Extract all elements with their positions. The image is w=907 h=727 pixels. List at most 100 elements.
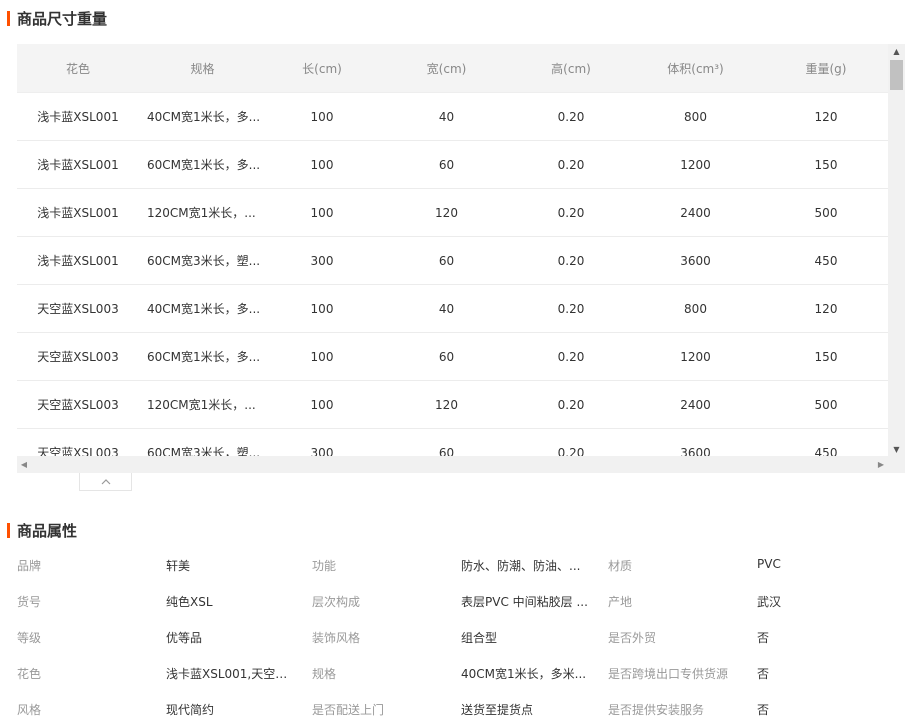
- attribute-label: 货号: [17, 595, 42, 609]
- attribute-value: 现代简约: [166, 703, 215, 717]
- cell-color: 天空蓝XSL003: [17, 332, 139, 381]
- column-header-color: 花色: [17, 44, 139, 93]
- attribute-row: 品牌 轩美 功能 防水、防潮、防油、... 材质 PVC: [17, 547, 907, 583]
- cell-weight: 450: [764, 236, 888, 285]
- attribute-label: 等级: [17, 631, 42, 645]
- cell-width: 60: [378, 428, 515, 456]
- cell-width: 40: [378, 92, 515, 141]
- table-row: 天空蓝XSL003 40CM宽1米长，多... 100 40 0.20 800 …: [17, 284, 888, 333]
- attribute-label: 装饰风格: [312, 631, 361, 645]
- cell-weight: 450: [764, 428, 888, 456]
- table-row: 浅卡蓝XSL001 60CM宽1米长，多... 100 60 0.20 1200…: [17, 140, 888, 189]
- cell-spec: 60CM宽3米长，塑...: [139, 236, 266, 285]
- cell-weight: 150: [764, 332, 888, 381]
- cell-width: 40: [378, 284, 515, 333]
- cell-color: 天空蓝XSL003: [17, 284, 139, 333]
- cell-width: 60: [378, 332, 515, 381]
- accent-bar: [7, 10, 10, 26]
- attribute-label: 是否提供安装服务: [608, 703, 705, 717]
- attribute-label: 层次构成: [312, 595, 361, 609]
- cell-height: 0.20: [515, 332, 627, 381]
- cell-width: 60: [378, 236, 515, 285]
- scroll-up-arrow-icon[interactable]: ▲: [888, 44, 905, 58]
- cell-length: 100: [266, 140, 378, 189]
- vertical-scroll-thumb[interactable]: [890, 60, 903, 90]
- cell-spec: 120CM宽1米长，...: [139, 188, 266, 237]
- size-weight-section-title: 商品尺寸重量: [7, 9, 108, 28]
- attribute-row: 等级 优等品 装饰风格 组合型 是否外贸 否: [17, 619, 907, 655]
- cell-length: 100: [266, 332, 378, 381]
- attribute-label: 是否外贸: [608, 631, 657, 645]
- attribute-label: 材质: [608, 559, 633, 573]
- attribute-value: 轩美: [166, 559, 191, 573]
- attributes-grid: 品牌 轩美 功能 防水、防潮、防油、... 材质 PVC 货号 纯色XSL 层次…: [17, 547, 907, 727]
- cell-height: 0.20: [515, 92, 627, 141]
- column-header-spec: 规格: [139, 44, 266, 93]
- accent-bar: [7, 522, 10, 538]
- cell-volume: 2400: [627, 380, 764, 429]
- cell-color: 天空蓝XSL003: [17, 380, 139, 429]
- attribute-value: 否: [757, 631, 770, 645]
- attribute-label: 功能: [312, 559, 337, 573]
- column-header-width: 宽(cm): [378, 44, 515, 93]
- size-weight-title-text: 商品尺寸重量: [17, 9, 108, 28]
- attribute-value: 组合型: [461, 631, 498, 645]
- attribute-label: 产地: [608, 595, 633, 609]
- scroll-left-arrow-icon[interactable]: ◀: [17, 456, 31, 473]
- cell-volume: 800: [627, 92, 764, 141]
- attribute-value: 否: [757, 703, 770, 717]
- cell-weight: 120: [764, 284, 888, 333]
- horizontal-scrollbar[interactable]: ◀ ▶: [17, 456, 888, 473]
- cell-length: 300: [266, 236, 378, 285]
- cell-volume: 800: [627, 284, 764, 333]
- table-row: 浅卡蓝XSL001 60CM宽3米长，塑... 300 60 0.20 3600…: [17, 236, 888, 285]
- cell-spec: 40CM宽1米长，多...: [139, 92, 266, 141]
- cell-color: 浅卡蓝XSL001: [17, 188, 139, 237]
- scroll-down-arrow-icon[interactable]: ▼: [888, 442, 905, 456]
- cell-volume: 3600: [627, 428, 764, 456]
- attribute-value: 优等品: [166, 631, 203, 645]
- cell-height: 0.20: [515, 284, 627, 333]
- cell-length: 100: [266, 380, 378, 429]
- attribute-row: 风格 现代简约 是否配送上门 送货至提货点 是否提供安装服务 否: [17, 691, 907, 727]
- vertical-scrollbar[interactable]: ▲ ▼: [888, 44, 905, 456]
- cell-height: 0.20: [515, 188, 627, 237]
- scrollbar-corner: [888, 456, 905, 473]
- size-weight-table: 花色 规格 长(cm) 宽(cm) 高(cm) 体积(cm³) 重量(g) 浅卡…: [17, 44, 888, 456]
- attribute-row: 货号 纯色XSL 层次构成 表层PVC 中间粘胶层 ... 产地 武汉: [17, 583, 907, 619]
- attribute-label: 品牌: [17, 559, 42, 573]
- cell-volume: 1200: [627, 332, 764, 381]
- column-header-length: 长(cm): [266, 44, 378, 93]
- attribute-label: 规格: [312, 667, 337, 681]
- cell-width: 60: [378, 140, 515, 189]
- attribute-label: 花色: [17, 667, 42, 681]
- cell-weight: 500: [764, 188, 888, 237]
- scroll-right-arrow-icon[interactable]: ▶: [874, 456, 888, 473]
- attribute-value: 表层PVC 中间粘胶层 ...: [461, 595, 588, 609]
- cell-spec: 60CM宽3米长，塑...: [139, 428, 266, 456]
- attribute-value: 防水、防潮、防油、...: [461, 559, 581, 573]
- cell-weight: 500: [764, 380, 888, 429]
- cell-volume: 1200: [627, 140, 764, 189]
- cell-color: 浅卡蓝XSL001: [17, 140, 139, 189]
- cell-length: 100: [266, 284, 378, 333]
- attribute-label: 是否配送上门: [312, 703, 385, 717]
- cell-volume: 2400: [627, 188, 764, 237]
- cell-color: 天空蓝XSL003: [17, 428, 139, 456]
- cell-width: 120: [378, 188, 515, 237]
- cell-height: 0.20: [515, 428, 627, 456]
- table-row: 浅卡蓝XSL001 40CM宽1米长，多... 100 40 0.20 800 …: [17, 92, 888, 141]
- attribute-value: 40CM宽1米长，多米...: [461, 667, 587, 681]
- attribute-value: 浅卡蓝XSL001,天空蓝...: [166, 667, 296, 681]
- cell-length: 300: [266, 428, 378, 456]
- size-table-viewport: 花色 规格 长(cm) 宽(cm) 高(cm) 体积(cm³) 重量(g) 浅卡…: [17, 44, 888, 456]
- column-header-height: 高(cm): [515, 44, 627, 93]
- cell-color: 浅卡蓝XSL001: [17, 236, 139, 285]
- size-weight-table-container: 花色 规格 长(cm) 宽(cm) 高(cm) 体积(cm³) 重量(g) 浅卡…: [17, 44, 905, 473]
- column-header-weight: 重量(g): [764, 44, 888, 93]
- cell-spec: 120CM宽1米长，...: [139, 380, 266, 429]
- cell-length: 100: [266, 188, 378, 237]
- collapse-table-button[interactable]: [79, 473, 132, 491]
- attributes-title-text: 商品属性: [17, 521, 78, 540]
- table-row: 天空蓝XSL003 60CM宽3米长，塑... 300 60 0.20 3600…: [17, 428, 888, 456]
